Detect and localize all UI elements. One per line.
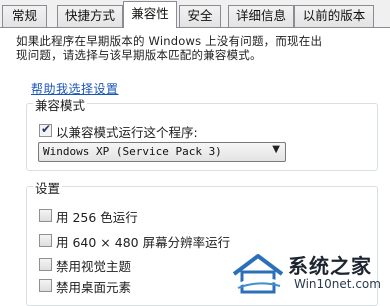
os-version-selected: Windows XP (Service Pack 3): [43, 145, 222, 158]
chevron-down-icon: ▼: [272, 144, 280, 155]
compat-mode-checkbox[interactable]: ✔: [39, 122, 52, 137]
checkmark-icon: ✔: [41, 122, 52, 136]
intro-text: 如果此程序在早期版本的 Windows 上没有问题，而现在出 现问题，请选择与该…: [16, 34, 378, 62]
256-color-label: 用 256 色运行: [56, 210, 138, 225]
house-logo-icon: [232, 254, 284, 294]
intro-line-2: 现问题，请选择与该早期版本匹配的兼容模式。: [16, 48, 262, 62]
tab-security[interactable]: 安全: [179, 5, 221, 27]
disable-visual-themes-label: 禁用视觉主题: [56, 259, 132, 274]
disable-desktop-composition-label: 禁用桌面元素: [56, 280, 132, 295]
tab-general[interactable]: 常规: [2, 5, 47, 27]
tab-strip: 常规 快捷方式 兼容性 安全 详细信息 以前的版本: [0, 0, 390, 28]
compat-mode-label: 以兼容模式运行这个程序:: [56, 125, 198, 140]
tab-previous-versions[interactable]: 以前的版本: [294, 5, 374, 27]
640x480-checkbox[interactable]: [39, 234, 52, 247]
settings-group-title: 设置: [33, 178, 63, 197]
256-color-checkbox[interactable]: [39, 209, 52, 222]
disable-desktop-composition-checkbox[interactable]: [39, 279, 52, 292]
watermark-brand: 系统之家: [288, 254, 372, 278]
watermark: 系统之家 Win10net.com: [230, 250, 390, 298]
tab-shortcut[interactable]: 快捷方式: [57, 5, 123, 27]
compat-mode-group-title: 兼容模式: [33, 95, 88, 114]
watermark-url: Win10net.com: [294, 277, 381, 291]
intro-line-1: 如果此程序在早期版本的 Windows 上没有问题，而现在出: [16, 34, 323, 48]
tab-compatibility[interactable]: 兼容性: [123, 1, 177, 28]
disable-visual-themes-checkbox[interactable]: [39, 258, 52, 271]
os-version-dropdown[interactable]: Windows XP (Service Pack 3) ▼: [38, 142, 286, 162]
tab-details[interactable]: 详细信息: [228, 5, 294, 27]
640x480-label: 用 640 × 480 屏幕分辨率运行: [56, 235, 231, 250]
